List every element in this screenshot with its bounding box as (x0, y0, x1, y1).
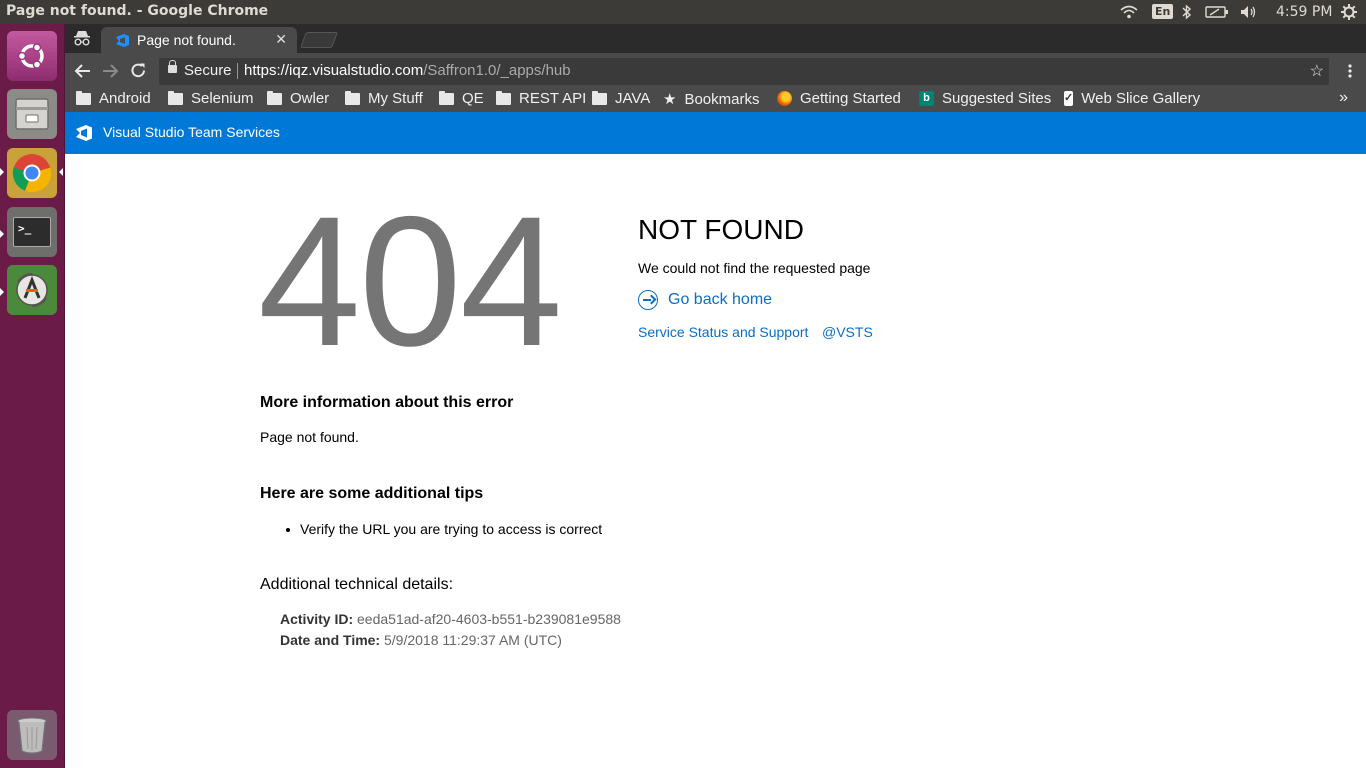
os-top-panel: Page not found. - Google Chrome En 4:59 … (0, 0, 1366, 24)
reload-icon[interactable] (130, 62, 147, 79)
software-updater-icon[interactable] (7, 265, 57, 315)
back-icon[interactable] (74, 63, 91, 79)
vsts-twitter-link[interactable]: @VSTS (822, 324, 873, 340)
tips-heading: Here are some additional tips (260, 485, 484, 502)
folder-icon (76, 90, 91, 105)
bookmark-owler[interactable]: Owler (267, 90, 329, 107)
tab-active[interactable]: Page not found. ✕ (101, 27, 297, 53)
window-title: Page not found. - Google Chrome (6, 3, 269, 19)
list-item: Verify the URL you are trying to access … (285, 521, 603, 537)
bookmark-label: JAVA (615, 90, 651, 107)
folder-icon (168, 90, 183, 105)
volume-icon[interactable] (1240, 5, 1258, 19)
star-icon: ★ (663, 91, 677, 108)
bookmark-label: QE (462, 90, 484, 107)
bookmark-star-icon[interactable]: ☆ (1310, 61, 1324, 81)
more-info-heading: More information about this error (260, 394, 514, 411)
bookmark-label: Android (99, 90, 151, 107)
new-tab-button[interactable] (300, 32, 338, 48)
tab-title: Page not found. (137, 32, 236, 48)
bookmark-java[interactable]: JAVA (592, 90, 650, 107)
folder-icon (592, 90, 607, 105)
launcher-running-indicator (0, 288, 4, 296)
vsts-header-title[interactable]: Visual Studio Team Services (103, 124, 280, 140)
go-home-link[interactable]: Go back home (638, 290, 772, 310)
ubuntu-dash-icon[interactable] (7, 31, 57, 81)
activity-id-value: eeda51ad-af20-4603-b551-b239081e9588 (357, 611, 621, 627)
clock[interactable]: 4:59 PM (1276, 4, 1332, 20)
terminal-icon[interactable]: >_ (7, 207, 57, 257)
wifi-icon[interactable] (1120, 5, 1138, 19)
bookmark-label: Selenium (191, 90, 254, 107)
more-info-text: Page not found. (260, 429, 359, 445)
launcher-running-indicator (0, 168, 4, 176)
files-icon[interactable] (7, 89, 57, 139)
web-slice-icon: ✓ (1064, 91, 1074, 106)
keyboard-language-badge[interactable]: En (1152, 4, 1174, 19)
url-text[interactable]: https://iqz.visualstudio.com/Saffron1.0/… (244, 62, 571, 79)
tech-details-heading: Additional technical details: (260, 576, 454, 593)
bookmarks-bar: Android Selenium Owler My Stuff QE REST … (65, 88, 1366, 112)
tab-strip: Page not found. ✕ (65, 24, 1366, 53)
bookmark-label: REST API (519, 90, 587, 107)
vsts-favicon-icon (116, 34, 129, 47)
launcher-active-indicator (59, 168, 63, 176)
folder-icon (439, 90, 454, 105)
vsts-logo-icon[interactable] (75, 124, 93, 142)
address-bar[interactable]: Secure https://iqz.visualstudio.com/Saff… (159, 58, 1329, 85)
url-host: https://iqz.visualstudio.com (244, 62, 424, 79)
not-found-title: NOT FOUND (638, 214, 804, 245)
bookmark-label: Web Slice Gallery (1081, 90, 1200, 107)
url-path: /Saffron1.0/_apps/hub (423, 62, 571, 79)
forward-icon[interactable] (102, 63, 119, 79)
battery-icon[interactable] (1205, 6, 1229, 18)
bookmark-suggested-sites[interactable]: b Suggested Sites (919, 90, 1051, 107)
bookmark-bookmarks[interactable]: ★ Bookmarks (663, 90, 760, 109)
bookmark-qe[interactable]: QE (439, 90, 484, 107)
bookmark-label: Suggested Sites (942, 90, 1052, 107)
chrome-menu-icon[interactable] (1348, 64, 1352, 78)
folder-icon (267, 90, 282, 105)
folder-icon (496, 90, 511, 105)
bluetooth-icon[interactable] (1182, 4, 1192, 20)
date-time-row: Date and Time: 5/9/2018 11:29:37 AM (UTC… (280, 632, 562, 648)
error-code: 404 (258, 179, 563, 385)
arrow-circle-icon (638, 290, 658, 310)
bing-icon: b (919, 91, 934, 106)
bookmark-my-stuff[interactable]: My Stuff (345, 90, 423, 107)
bookmark-selenium[interactable]: Selenium (168, 90, 254, 107)
activity-id-label: Activity ID: (280, 611, 354, 627)
omnibox-divider (237, 63, 238, 79)
date-time-label: Date and Time: (280, 632, 381, 648)
chrome-icon[interactable] (7, 148, 57, 198)
tips-list: Verify the URL you are trying to access … (285, 521, 603, 537)
service-status-link[interactable]: Service Status and Support (638, 324, 808, 340)
bookmark-label: Owler (290, 90, 330, 107)
bookmark-label: Bookmarks (684, 90, 760, 108)
firefox-icon (777, 91, 792, 106)
bookmark-label: My Stuff (368, 90, 423, 107)
lock-icon[interactable] (168, 60, 177, 73)
bookmarks-overflow-icon[interactable]: » (1339, 89, 1348, 107)
date-time-value: 5/9/2018 11:29:37 AM (UTC) (384, 632, 562, 648)
close-tab-icon[interactable]: ✕ (275, 31, 287, 48)
bookmark-web-slice-gallery[interactable]: ✓ Web Slice Gallery (1064, 90, 1200, 107)
bookmark-android[interactable]: Android (76, 90, 151, 107)
go-home-label: Go back home (668, 291, 773, 308)
vsts-header: Visual Studio Team Services (65, 112, 1366, 154)
launcher-running-indicator (0, 230, 4, 238)
bookmark-getting-started[interactable]: Getting Started (777, 90, 901, 107)
bookmark-label: Getting Started (800, 90, 901, 107)
activity-id-row: Activity ID: eeda51ad-af20-4603-b551-b23… (280, 611, 621, 627)
trash-icon[interactable] (7, 710, 57, 760)
bookmark-rest-api[interactable]: REST API (496, 90, 586, 107)
browser-toolbar: Secure https://iqz.visualstudio.com/Saff… (65, 53, 1366, 88)
not-found-subtitle: We could not find the requested page (638, 260, 871, 276)
secure-label[interactable]: Secure (184, 62, 232, 79)
launcher: >_ (0, 24, 65, 768)
gear-icon[interactable] (1341, 4, 1357, 20)
folder-icon (345, 90, 360, 105)
incognito-icon (74, 31, 90, 46)
